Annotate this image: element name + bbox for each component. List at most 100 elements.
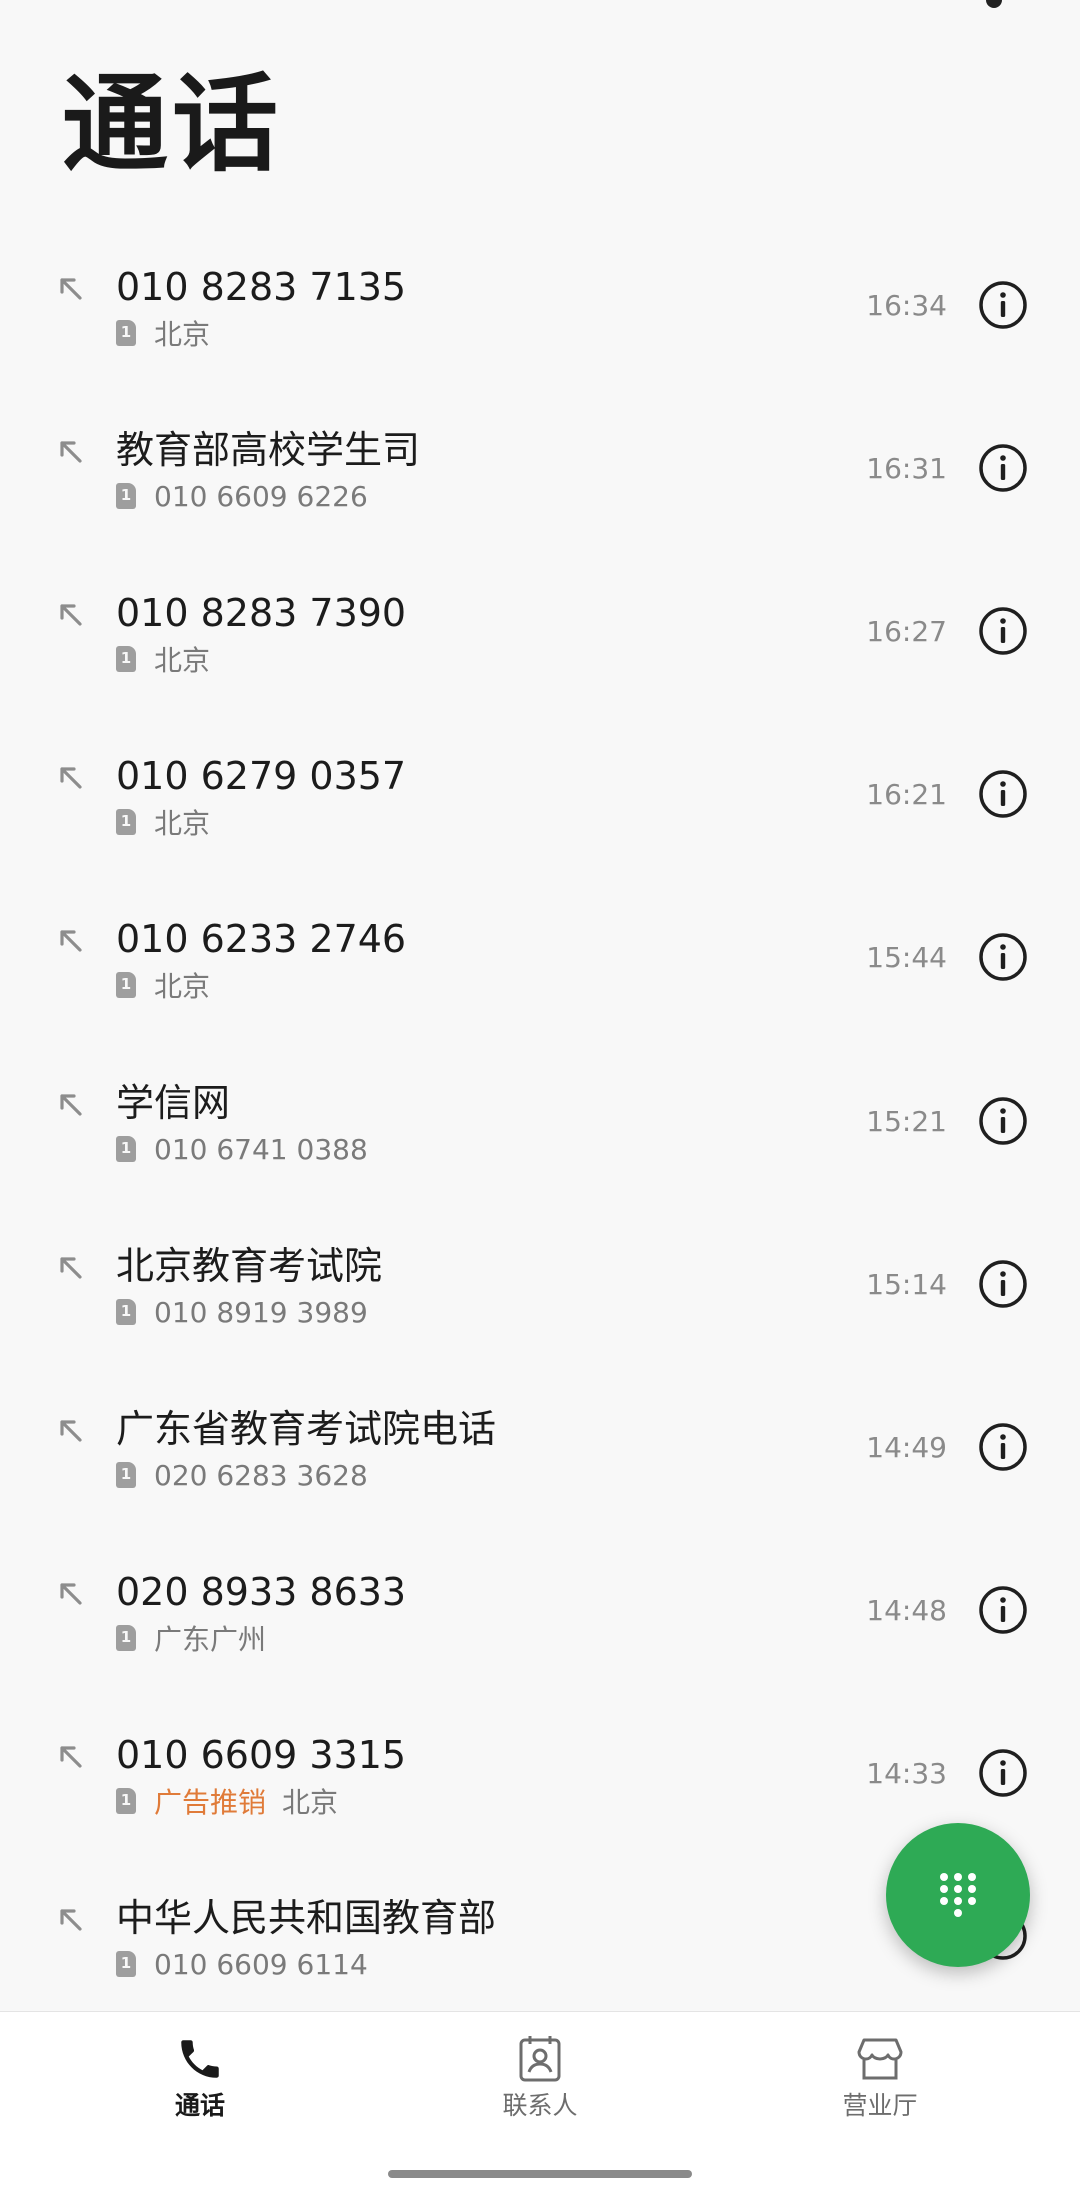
info-icon[interactable] [977, 1584, 1029, 1636]
outgoing-call-icon [60, 1257, 82, 1279]
call-detail-row: 020 6283 3628 [116, 1458, 368, 1492]
call-log-item[interactable]: 北京教育考试院 010 8919 3989 15:14 [0, 1213, 1080, 1376]
tab-calls-label: 通话 [174, 2091, 225, 2120]
call-name: 北京教育考试院 [116, 1244, 383, 1288]
call-time: 14:48 [866, 1594, 947, 1627]
tab-calls[interactable]: 通话 [100, 2034, 300, 2144]
call-time: 16:31 [866, 452, 947, 485]
info-icon[interactable] [977, 1421, 1029, 1473]
info-icon[interactable] [977, 605, 1029, 657]
call-name: 广东省教育考试院电话 [116, 1407, 497, 1451]
tab-service[interactable]: 营业厅 [780, 2034, 980, 2144]
info-icon[interactable] [977, 768, 1029, 820]
call-subtitle: 北京 [282, 1786, 339, 1819]
outgoing-call-icon [60, 767, 82, 789]
call-log-item[interactable]: 020 8933 8633 广东广州 14:48 [0, 1539, 1080, 1702]
call-name: 学信网 [116, 1081, 231, 1125]
contacts-icon [519, 2036, 561, 2082]
store-icon [857, 2038, 903, 2080]
sim-1-icon [116, 646, 136, 672]
call-subtitle: 010 6609 6114 [154, 1947, 368, 1981]
sim-1-icon [116, 1462, 136, 1488]
info-icon[interactable] [977, 442, 1029, 494]
call-detail-row: 北京 [116, 968, 211, 1003]
call-time: 14:49 [866, 1431, 947, 1464]
info-icon[interactable] [977, 1095, 1029, 1147]
call-time: 15:14 [866, 1268, 947, 1301]
call-name: 020 8933 8633 [116, 1570, 407, 1614]
call-subtitle: 北京 [154, 318, 211, 351]
outgoing-call-icon [60, 1909, 82, 1931]
call-log-item[interactable]: 010 8283 7390 北京 16:27 [0, 560, 1080, 723]
tab-service-label: 营业厅 [842, 2091, 918, 2120]
info-icon[interactable] [977, 279, 1029, 331]
call-time: 14:33 [866, 1757, 947, 1790]
sim-1-icon [116, 1788, 136, 1814]
call-name: 中华人民共和国教育部 [116, 1896, 497, 1940]
sim-1-icon [116, 483, 136, 509]
call-log-item[interactable]: 010 6233 2746 北京 15:44 [0, 886, 1080, 1049]
call-subtitle: 010 6609 6226 [154, 479, 368, 513]
info-icon[interactable] [977, 1747, 1029, 1799]
spam-tag: 广告推销 [154, 1786, 267, 1819]
page-title: 通话 [62, 63, 282, 186]
call-detail-row: 010 6609 6226 [116, 479, 368, 513]
outgoing-call-icon [60, 930, 82, 952]
call-detail-row: 北京 [116, 642, 210, 677]
call-name: 教育部高校学生司 [116, 428, 421, 472]
phone-icon [181, 2040, 219, 2078]
call-name: 010 6279 0357 [116, 754, 407, 798]
call-detail-row: 广东广州 [116, 1621, 267, 1656]
call-detail-row: 010 6741 0388 [116, 1132, 368, 1166]
call-subtitle: 010 6741 0388 [154, 1132, 368, 1166]
sim-1-icon [116, 1625, 136, 1651]
home-indicator[interactable] [388, 2170, 692, 2178]
call-subtitle: 北京 [154, 970, 211, 1003]
call-subtitle: 010 8919 3989 [154, 1295, 368, 1329]
call-detail-row: 广告推销 北京 [116, 1784, 339, 1819]
call-log-screen: 通话 010 8283 7135 北京 16:34 教育部高校学生司 [0, 0, 1080, 2193]
call-name: 010 8283 7390 [116, 591, 407, 635]
call-time: 16:27 [866, 615, 947, 648]
tab-contacts[interactable]: 联系人 [440, 2034, 640, 2144]
call-detail-row: 北京 [116, 316, 211, 351]
overflow-menu-icon[interactable] [986, 0, 1002, 8]
bottom-navigation: 通话 联系人 营业厅 [0, 2011, 1080, 2193]
call-subtitle: 广东广州 [154, 1623, 267, 1656]
dialpad-icon [940, 1873, 976, 1917]
tab-contacts-label: 联系人 [502, 2091, 578, 2120]
dialpad-button[interactable] [886, 1823, 1030, 1967]
call-detail-row: 北京 [116, 805, 211, 840]
sim-1-icon [116, 809, 136, 835]
outgoing-call-icon [60, 1094, 82, 1116]
call-subtitle: 020 6283 3628 [154, 1458, 368, 1492]
outgoing-call-icon [60, 1746, 82, 1768]
sim-1-icon [116, 1951, 136, 1977]
call-detail-row: 010 6609 6114 [116, 1947, 368, 1981]
call-name: 010 6233 2746 [116, 917, 407, 961]
call-name: 010 8283 7135 [116, 265, 407, 309]
call-log-item[interactable]: 教育部高校学生司 010 6609 6226 16:31 [0, 397, 1080, 560]
call-time: 16:21 [866, 778, 947, 811]
sim-1-icon [116, 320, 136, 346]
outgoing-call-icon [60, 1420, 82, 1442]
call-log-item[interactable]: 学信网 010 6741 0388 15:21 [0, 1050, 1080, 1213]
call-time: 15:44 [866, 941, 947, 974]
outgoing-call-icon [60, 441, 82, 463]
call-time: 16:34 [866, 289, 947, 322]
outgoing-call-icon [60, 278, 82, 300]
call-log-item[interactable]: 010 6279 0357 北京 16:21 [0, 723, 1080, 886]
call-subtitle: 北京 [154, 807, 211, 840]
sim-1-icon [116, 1136, 136, 1162]
info-icon[interactable] [977, 1258, 1029, 1310]
outgoing-call-icon [60, 1583, 82, 1605]
call-log-item[interactable]: 广东省教育考试院电话 020 6283 3628 14:49 [0, 1376, 1080, 1539]
call-name: 010 6609 3315 [116, 1733, 407, 1777]
info-icon[interactable] [977, 931, 1029, 983]
call-log-item[interactable]: 010 8283 7135 北京 16:34 [0, 234, 1080, 397]
sim-1-icon [116, 1299, 136, 1325]
sim-1-icon [116, 972, 136, 998]
call-detail-row: 010 8919 3989 [116, 1295, 368, 1329]
call-time: 15:21 [866, 1105, 947, 1138]
outgoing-call-icon [60, 604, 82, 626]
